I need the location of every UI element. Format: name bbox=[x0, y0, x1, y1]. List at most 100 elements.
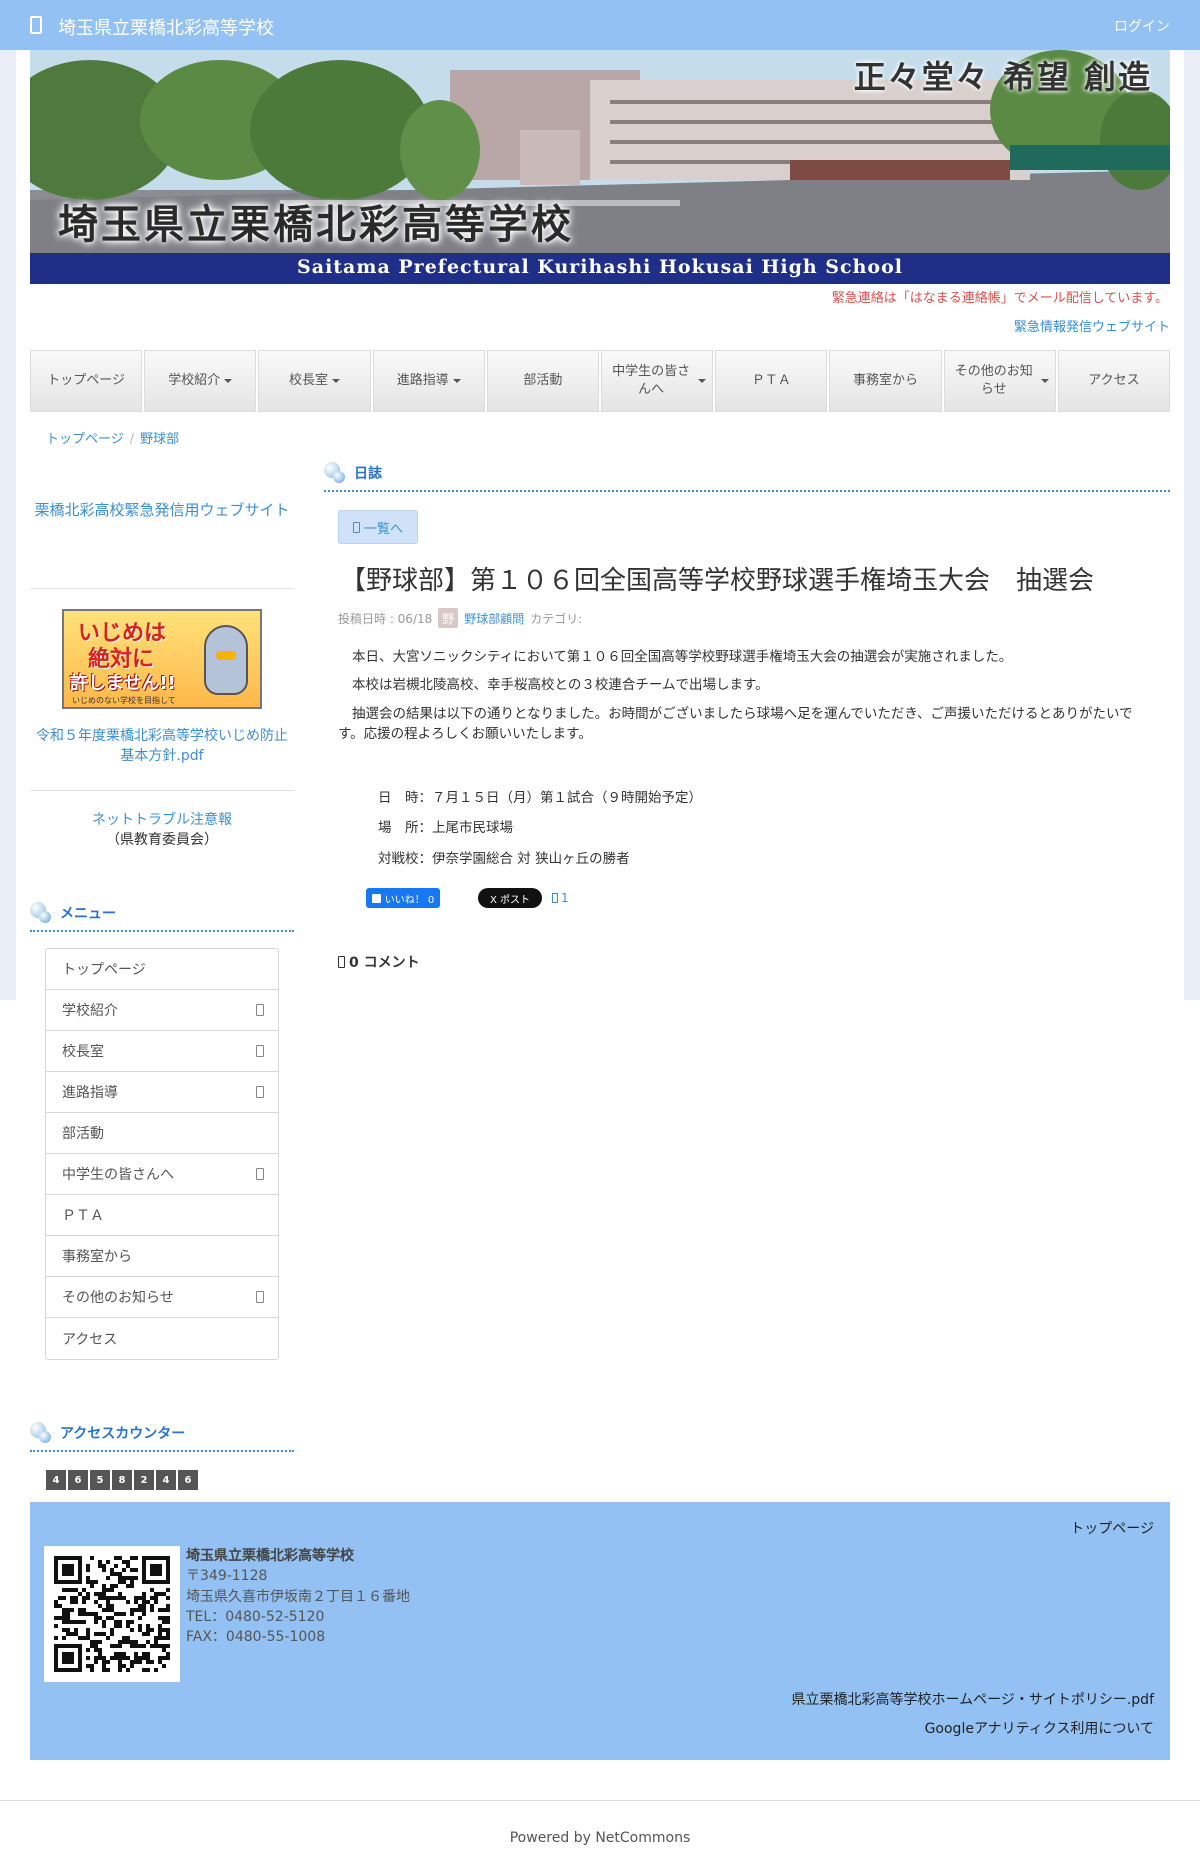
menu-heading-text: メニュー bbox=[60, 906, 116, 923]
sidebar-menu-item[interactable]: 中学生の皆さんへ bbox=[46, 1154, 278, 1196]
sidebar-menu-label: トップページ bbox=[62, 962, 146, 979]
counter-heading: アクセスカウンター bbox=[30, 1422, 294, 1453]
share-count[interactable]: 1 bbox=[552, 891, 569, 905]
sidebar-menu-label: 学校紹介 bbox=[62, 1003, 118, 1020]
sidebar-divider bbox=[30, 588, 294, 589]
caret-down-icon bbox=[452, 379, 461, 383]
counter-heading-text: アクセスカウンター bbox=[60, 1426, 186, 1443]
footer-top-link[interactable]: トップページ bbox=[1070, 1518, 1154, 1538]
nav-item[interactable]: アクセス bbox=[1057, 350, 1171, 412]
nav-item-label: 部活動 bbox=[523, 372, 563, 388]
submenu-toggle-icon[interactable] bbox=[256, 1045, 264, 1058]
nav-item[interactable]: トップページ bbox=[30, 350, 143, 412]
nav-item[interactable]: 中学生の皆さんへ bbox=[601, 350, 714, 412]
sidebar-menu-item[interactable]: トップページ bbox=[46, 949, 278, 991]
submenu-toggle-icon[interactable] bbox=[256, 1086, 264, 1099]
sidebar-menu-label: 事務室から bbox=[62, 1249, 132, 1266]
nav-item[interactable]: 学校紹介 bbox=[144, 350, 257, 412]
nav-item-label: アクセス bbox=[1088, 372, 1140, 388]
game-venue: 場 所：上尾市民球場 bbox=[378, 820, 513, 837]
nav-item[interactable]: ＰＴＡ bbox=[715, 350, 828, 412]
journal-heading: 日誌 bbox=[324, 462, 1170, 492]
comments-label: 0 コメント bbox=[349, 955, 420, 971]
bubble-icon bbox=[324, 462, 346, 484]
footer-tel: TEL：0480-52-5120 bbox=[186, 1608, 325, 1625]
top-bar: 埼玉県立栗橋北彩高等学校 ログイン bbox=[0, 0, 1200, 50]
anti-bullying-pdf-link[interactable]: 令和５年度栗橋北彩高等学校いじめ防止基本方針.pdf bbox=[36, 728, 288, 764]
nav-item-label: 事務室から bbox=[853, 372, 919, 388]
game-details: 日 時：７月１５日（月）第１試合（９時開始予定） 場 所：上尾市民球場 対戦校：… bbox=[378, 788, 702, 879]
nav-item-label: トップページ bbox=[47, 372, 125, 388]
facebook-like-button[interactable]: いいね！ 0 bbox=[366, 888, 440, 908]
sidebar-menu-item[interactable]: その他のお知らせ bbox=[46, 1277, 278, 1319]
game-opponent: 対戦校：伊奈学園総合 対 狭山ヶ丘の勝者 bbox=[378, 850, 630, 867]
urgent-notice: 緊急連絡は「はなまる連絡帳」でメール配信しています。 bbox=[831, 291, 1168, 306]
submenu-toggle-icon[interactable] bbox=[256, 1168, 264, 1181]
nav-item[interactable]: 進路指導 bbox=[372, 350, 485, 412]
counter-digit: 6 bbox=[68, 1470, 88, 1491]
back-to-list-button[interactable]: 一覧へ bbox=[338, 510, 418, 544]
category-label: カテゴリ: bbox=[530, 611, 583, 626]
menu-toggle-icon[interactable] bbox=[30, 16, 42, 34]
article-paragraph: 抽選会の結果は以下の通りとなりました。お時間がございましたら球場へ足を運んでいた… bbox=[338, 705, 1133, 742]
counter-digit: 4 bbox=[46, 1470, 66, 1491]
x-post-button[interactable]: X ポスト bbox=[478, 888, 542, 908]
sidebar-menu-item[interactable]: 学校紹介 bbox=[46, 990, 278, 1032]
thumbs-up-icon bbox=[371, 893, 381, 903]
net-trouble-link[interactable]: ネットトラブル注意報 bbox=[92, 812, 232, 828]
urgent-info-link[interactable]: 緊急情報発信ウェブサイト bbox=[1014, 316, 1170, 335]
journal-heading-text: 日誌 bbox=[354, 466, 382, 482]
site-policy-link[interactable]: 県立栗橋北彩高等学校ホームページ・サイトポリシー.pdf bbox=[792, 1692, 1154, 1708]
nav-item[interactable]: その他のお知らせ bbox=[943, 350, 1056, 412]
caret-down-icon bbox=[698, 379, 707, 383]
sidebar-menu-item[interactable]: アクセス bbox=[46, 1318, 278, 1359]
sidebar-menu-label: その他のお知らせ bbox=[62, 1290, 174, 1307]
qr-code bbox=[44, 1546, 180, 1682]
breadcrumb-current[interactable]: 野球部 bbox=[140, 432, 179, 447]
nav-item[interactable]: 部活動 bbox=[486, 350, 600, 412]
sidebar-menu-label: 校長室 bbox=[62, 1044, 104, 1061]
banner-school-name: 埼玉県立栗橋北彩高等学校 bbox=[58, 201, 574, 248]
comments-count: 0 コメント bbox=[338, 952, 420, 972]
analytics-link[interactable]: Googleアナリティクス利用について bbox=[925, 1721, 1154, 1737]
social-buttons: いいね！ 0 X ポスト 1 bbox=[366, 888, 569, 908]
bubble-icon bbox=[30, 1422, 52, 1444]
footer-postal: 〒349-1128 bbox=[186, 1568, 268, 1585]
article-meta: 投稿日時 : 06/18 野 野球部顧問 カテゴリ: bbox=[338, 608, 582, 628]
footer-address: 埼玉県久喜市伊坂南２丁目１６番地 bbox=[186, 1588, 410, 1605]
footer-school-name: 埼玉県立栗橋北彩高等学校 bbox=[186, 1548, 354, 1564]
caret-down-icon bbox=[332, 379, 341, 383]
author-link[interactable]: 野球部顧問 bbox=[464, 610, 524, 627]
list-icon bbox=[352, 521, 360, 533]
bubble-icon bbox=[30, 902, 52, 924]
nav-item-label: 学校紹介 bbox=[168, 372, 221, 388]
post-date: 投稿日時 : 06/18 bbox=[338, 611, 433, 626]
sidebar-menu-item[interactable]: 進路指導 bbox=[46, 1072, 278, 1114]
breadcrumb-home[interactable]: トップページ bbox=[46, 432, 124, 447]
article-paragraph: 本校は岩槻北陵高校、幸手桜高校との３校連合チームで出場します。 bbox=[352, 677, 769, 694]
nav-item[interactable]: 事務室から bbox=[829, 350, 942, 412]
footer: トップページ 埼玉県立栗橋北彩高等学校 〒349-1128 埼玉県久喜市伊坂南２… bbox=[30, 1502, 1170, 1760]
nav-item[interactable]: 校長室 bbox=[258, 350, 371, 412]
sidebar-menu-item[interactable]: 事務室から bbox=[46, 1236, 278, 1278]
site-title[interactable]: 埼玉県立栗橋北彩高等学校 bbox=[58, 14, 274, 40]
sidebar-menu-label: 進路指導 bbox=[62, 1085, 118, 1102]
login-link[interactable]: ログイン bbox=[1114, 16, 1170, 36]
school-motto: 正々堂々 希望 創造 bbox=[853, 58, 1152, 96]
author-avatar: 野 bbox=[438, 608, 459, 628]
breadcrumb: トップページ / 野球部 bbox=[46, 428, 179, 447]
penguin-mascot-icon bbox=[204, 625, 248, 695]
article-title: 【野球部】第１０６回全国高等学校野球選手権埼玉大会 抽選会 bbox=[340, 566, 1095, 596]
nav-item-label: 校長室 bbox=[289, 372, 329, 388]
caret-down-icon bbox=[224, 379, 233, 383]
counter-digit: 8 bbox=[112, 1470, 132, 1491]
sidebar-menu-item[interactable]: 部活動 bbox=[46, 1113, 278, 1155]
submenu-toggle-icon[interactable] bbox=[256, 1004, 264, 1017]
sidebar-menu-item[interactable]: ＰＴＡ bbox=[46, 1195, 278, 1237]
anti-bullying-banner[interactable]: いじめは 絶対に 許しません!! いじめのない学校を目指して bbox=[62, 609, 262, 709]
submenu-toggle-icon[interactable] bbox=[256, 1291, 264, 1304]
counter-digit: 6 bbox=[178, 1470, 198, 1491]
sidebar-menu-item[interactable]: 校長室 bbox=[46, 1031, 278, 1073]
emergency-site-link[interactable]: 栗橋北彩高校緊急発信用ウェブサイト bbox=[34, 501, 289, 519]
nav-item-label: ＰＴＡ bbox=[751, 372, 791, 388]
